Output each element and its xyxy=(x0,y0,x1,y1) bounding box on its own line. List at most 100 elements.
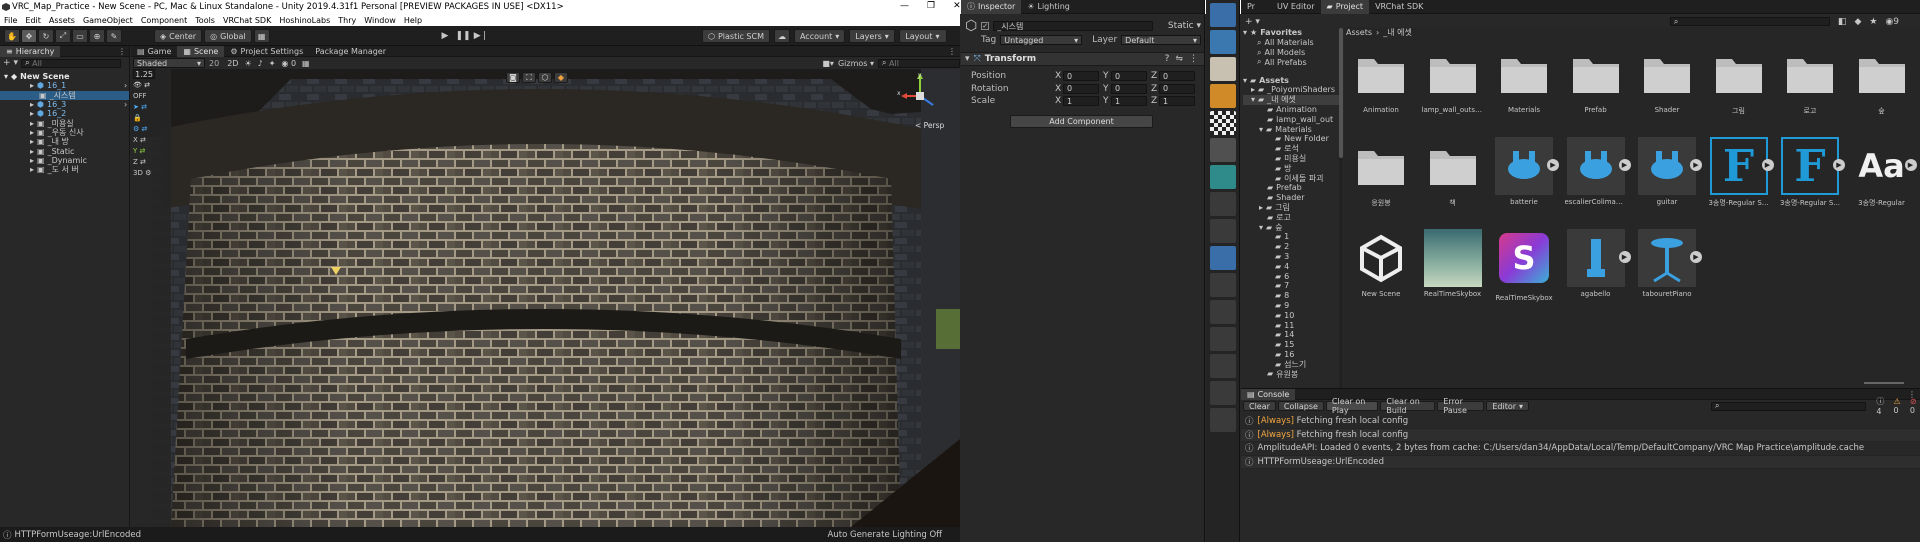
rotate-tool-icon[interactable]: ↻ xyxy=(38,29,54,43)
view-gizmo[interactable]: y x xyxy=(895,71,945,121)
brush-tool-icon[interactable] xyxy=(1210,138,1236,162)
tree-folder[interactable]: ▰ 1 xyxy=(1243,232,1339,242)
account-dropdown[interactable]: Account ▾ xyxy=(793,29,846,43)
asset-folder[interactable]: Prefab xyxy=(1565,45,1627,114)
tree-folder[interactable]: ▰ 4 xyxy=(1243,261,1339,271)
expand-asset-icon[interactable]: ▶ xyxy=(1690,159,1702,171)
asset-model2[interactable]: ▶ agabello xyxy=(1565,229,1631,298)
static-toggle[interactable]: Static ▾ xyxy=(1168,21,1201,31)
asset-model[interactable]: ▶ guitar xyxy=(1636,137,1702,206)
tree-folder[interactable]: ▰ lamp_wall_out xyxy=(1243,114,1339,124)
position-z-input[interactable]: 0 xyxy=(1159,71,1195,82)
favorite-item[interactable]: ⌕ All Prefabs xyxy=(1243,57,1339,67)
clear-button[interactable]: Clear xyxy=(1243,401,1276,411)
terrain-tool-icon[interactable] xyxy=(1210,57,1236,81)
menu-hoshinolabs[interactable]: HoshinoLabs xyxy=(275,16,334,25)
checker-tool-icon[interactable] xyxy=(1210,111,1236,135)
editor-dropdown[interactable]: Editor ▾ xyxy=(1486,401,1530,411)
step-icon[interactable]: ▶❘ xyxy=(474,29,488,43)
pivot-center-button[interactable]: ◈ Center xyxy=(154,29,203,43)
filter-label-icon[interactable]: ◆ xyxy=(1854,17,1861,27)
favorite-star-icon[interactable]: ★ xyxy=(1869,17,1877,27)
snap-icon[interactable]: ▦ xyxy=(253,29,270,43)
filter-type-icon[interactable]: ◧ xyxy=(1838,17,1847,27)
layout-dropdown[interactable]: Layout ▾ xyxy=(899,29,948,43)
position-x-input[interactable]: 0 xyxy=(1063,71,1099,82)
transform-header[interactable]: ▾ ⤧ Transform ? ⇋ ⋮ xyxy=(961,52,1204,66)
tree-scrollbar[interactable] xyxy=(1339,28,1343,388)
water-tool-icon[interactable] xyxy=(1210,30,1236,54)
tree-folder[interactable]: ▸ ▰ 그림 xyxy=(1243,203,1339,213)
hidden-objects-icon[interactable]: ◉ 0 xyxy=(281,59,296,68)
rotation-x-input[interactable]: 0 xyxy=(1063,83,1099,94)
scale-x-input[interactable]: 1 xyxy=(1063,96,1099,107)
tab-project-settings[interactable]: ⚙ Project Settings xyxy=(224,46,309,57)
tab-package-manager[interactable]: Package Manager xyxy=(309,46,392,57)
asset-folder[interactable]: 로고 xyxy=(1779,45,1841,116)
shading-mode-dropdown[interactable]: Shaded ▾ xyxy=(133,58,205,68)
menu-file[interactable]: File xyxy=(0,16,21,25)
snap-icon[interactable]: ⚙ ⇄ xyxy=(133,125,157,136)
asset-unity[interactable]: New Scene xyxy=(1350,229,1412,298)
breadcrumb-current[interactable]: _내 에셋 xyxy=(1383,27,1412,38)
console-search-input[interactable]: ⌕ xyxy=(1711,401,1867,411)
expand-asset-icon[interactable]: ▶ xyxy=(1761,159,1774,171)
asset-font[interactable]: Aa ▶ 3송명-Regular xyxy=(1851,137,1917,208)
asset-font-sel[interactable]: F ▶ 3송명-Regular S... xyxy=(1779,137,1845,208)
globe-tool-icon[interactable] xyxy=(1210,165,1236,189)
warning-count-badge[interactable]: ⚠ 0 xyxy=(1893,397,1903,415)
info-count-badge[interactable]: ⓘ 4 xyxy=(1876,396,1887,416)
tree-folder[interactable]: ▰ 유원봉 xyxy=(1243,369,1339,379)
capture-icon[interactable]: ◙ xyxy=(506,72,520,83)
scale-z-input[interactable]: 1 xyxy=(1159,96,1195,107)
clear-on-build-button[interactable]: Clear on Build xyxy=(1380,397,1436,415)
asset-folder[interactable]: 그림 xyxy=(1708,45,1770,116)
scale-tool-icon[interactable]: ⤢ xyxy=(55,29,71,43)
expand-asset-icon[interactable]: ▶ xyxy=(1904,159,1917,171)
position-y-input[interactable]: 0 xyxy=(1111,71,1147,82)
asset-folder[interactable]: Animation xyxy=(1350,45,1412,114)
pause-icon[interactable]: ❚❚ xyxy=(455,29,470,43)
custom-tool-icon[interactable]: ✎ xyxy=(106,29,122,43)
asset-folder[interactable]: 숲 xyxy=(1851,45,1913,116)
status-message[interactable]: HTTPFormUseage:UrlEncoded xyxy=(12,530,141,540)
tree-folder[interactable]: ▾ ▰ Materials xyxy=(1243,124,1339,134)
persp-label[interactable]: < Persp xyxy=(915,121,944,130)
menu-vrchat-sdk[interactable]: VRChat SDK xyxy=(219,16,275,25)
pivot-global-button[interactable]: ◎ Global xyxy=(204,29,252,43)
brick-tool-icon[interactable] xyxy=(1210,84,1236,108)
tree-folder[interactable]: ▰ 15 xyxy=(1243,340,1339,350)
favorites-node[interactable]: ▾ ★ Favorites xyxy=(1243,28,1339,38)
scale-y-input[interactable]: 1 xyxy=(1111,96,1147,107)
hierarchy-item-selected[interactable]: ▣ _시스템 xyxy=(0,90,129,100)
menu-thry[interactable]: Thry xyxy=(334,16,360,25)
breadcrumb-assets[interactable]: Assets xyxy=(1346,28,1372,37)
plastic-scm-button[interactable]: ⬡ Plastic SCM xyxy=(702,29,770,43)
cube-icon[interactable]: ⬡ xyxy=(538,72,552,83)
more-options-icon[interactable]: ⋮ xyxy=(118,47,129,56)
tree-folder[interactable]: ▾ ▰ 숲 xyxy=(1243,222,1339,232)
preset-icon[interactable]: ⇋ xyxy=(1175,54,1183,64)
tree-folder[interactable]: ▰ 3 xyxy=(1243,252,1339,262)
chevron-down-icon[interactable]: ▾ xyxy=(14,58,19,68)
asset-folder[interactable]: 응원봉 xyxy=(1350,137,1412,208)
tab-scene[interactable]: ▦ Scene xyxy=(177,45,225,57)
tree-folder[interactable]: ▰ 로고 xyxy=(1243,212,1339,222)
tab-lighting[interactable]: ☀ Lighting xyxy=(1021,0,1076,14)
error-pause-button[interactable]: Error Pause xyxy=(1437,397,1485,415)
expand-asset-icon[interactable]: ▶ xyxy=(1618,251,1631,263)
asset-model[interactable]: ▶ batterie xyxy=(1493,137,1559,206)
frame-icon[interactable]: ⛶ xyxy=(522,72,536,83)
tool-icon[interactable] xyxy=(1210,300,1236,324)
menu-help[interactable]: Help xyxy=(400,16,426,25)
asset-folder[interactable]: lamp_wall_outsi... xyxy=(1422,45,1484,114)
menu-gameobject[interactable]: GameObject xyxy=(79,16,137,25)
add-icon[interactable]: + xyxy=(3,58,11,68)
scene-search-input[interactable]: ⌕ All xyxy=(878,58,960,68)
hidden-packages-icon[interactable]: ◉9 xyxy=(1885,17,1899,27)
x-axis-toggle[interactable]: X ⇄ xyxy=(133,136,157,147)
gizmos-dropdown[interactable]: Gizmos ▾ xyxy=(838,59,874,68)
tree-folder[interactable]: ▰ 7 xyxy=(1243,281,1339,291)
2d-toggle-icon[interactable]: 2D xyxy=(227,59,238,68)
asset-font-sel[interactable]: F ▶ 3송명-Regular S... xyxy=(1708,137,1774,208)
